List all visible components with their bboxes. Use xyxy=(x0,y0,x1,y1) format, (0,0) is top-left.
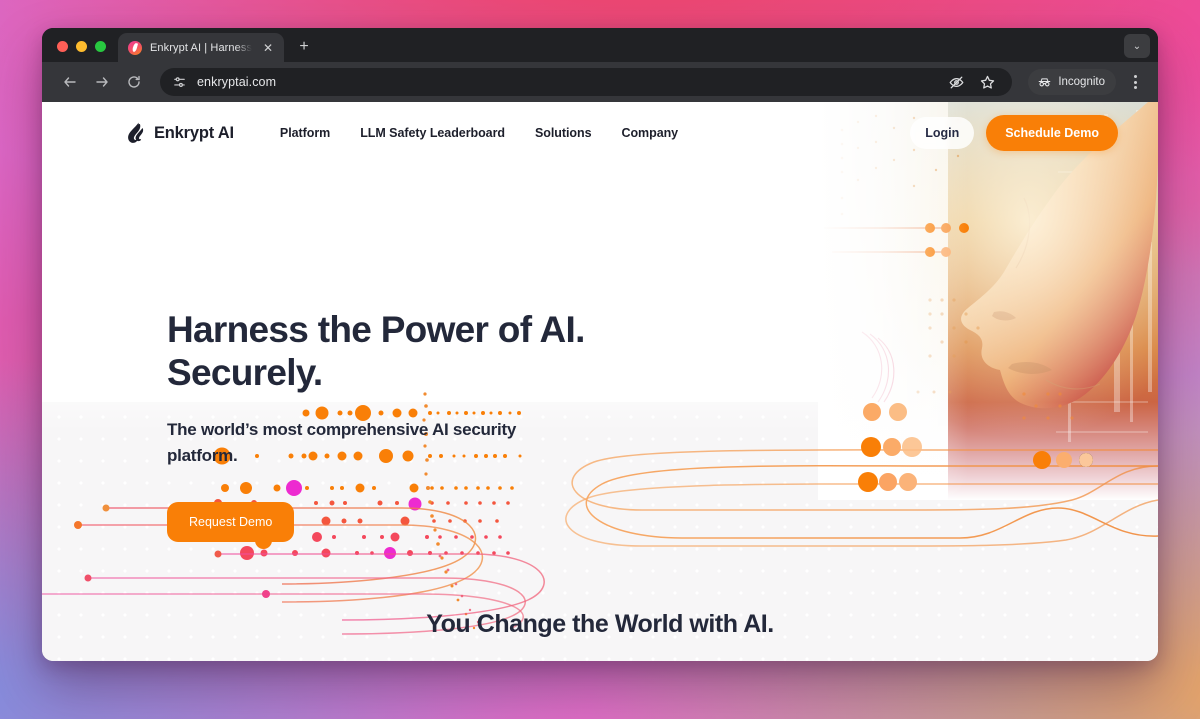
close-icon[interactable]: ✕ xyxy=(260,40,276,56)
brand-logo[interactable]: Enkrypt AI xyxy=(126,122,234,144)
incognito-indicator[interactable]: Incognito xyxy=(1028,69,1116,95)
maximize-window-button[interactable] xyxy=(95,41,106,52)
incognito-icon xyxy=(1038,77,1051,86)
reload-icon[interactable] xyxy=(120,68,148,96)
address-bar[interactable]: enkryptai.com xyxy=(160,68,1013,96)
flame-logo-icon xyxy=(126,122,145,144)
nav-link-platform[interactable]: Platform xyxy=(280,126,330,140)
minimize-window-button[interactable] xyxy=(76,41,87,52)
browser-tab-title: Enkrypt AI | Harness the Powe xyxy=(150,41,252,54)
nav-link-llm-safety-leaderboard[interactable]: LLM Safety Leaderboard xyxy=(360,126,505,140)
desktop-background: Enkrypt AI | Harness the Powe ✕ + ⌄ xyxy=(0,0,1200,719)
nav-links: Platform LLM Safety Leaderboard Solution… xyxy=(280,126,678,140)
hero-heading-line-1: Harness the Power of AI. xyxy=(167,309,585,350)
forward-icon[interactable] xyxy=(88,68,116,96)
browser-toolbar: enkryptai.com Incognito xyxy=(42,62,1158,102)
page-title: Harness the Power of AI. Securely. xyxy=(167,309,585,395)
address-bar-url: enkryptai.com xyxy=(197,75,277,89)
star-icon xyxy=(981,75,995,89)
nav-actions: Login Schedule Demo xyxy=(910,115,1118,151)
back-icon[interactable] xyxy=(56,68,84,96)
eye-slash-icon xyxy=(949,76,964,88)
chevron-down-icon[interactable]: ⌄ xyxy=(1124,34,1150,58)
page-viewport: Enkrypt AI Platform LLM Safety Leaderboa… xyxy=(42,102,1158,661)
nav-link-company[interactable]: Company xyxy=(621,126,678,140)
browser-window: Enkrypt AI | Harness the Powe ✕ + ⌄ xyxy=(42,28,1158,661)
address-bar-actions xyxy=(948,74,1000,91)
tune-icon xyxy=(174,76,185,87)
nav-link-solutions[interactable]: Solutions xyxy=(535,126,592,140)
hero-heading-line-2: Securely. xyxy=(167,351,323,393)
brand-name: Enkrypt AI xyxy=(154,123,234,142)
schedule-demo-button[interactable]: Schedule Demo xyxy=(986,115,1118,151)
enkrypt-favicon xyxy=(128,40,142,55)
bottom-headline-text: You Change the World with AI. xyxy=(426,610,774,638)
hero-section: Harness the Power of AI. Securely. The wo… xyxy=(167,309,585,550)
request-demo-button[interactable]: Request Demo xyxy=(167,502,295,550)
new-tab-button[interactable]: + xyxy=(290,33,318,61)
bottom-headline: You Change the World with AI. xyxy=(42,610,1158,639)
tabstrip-right-controls: ⌄ xyxy=(1124,34,1158,62)
browser-tab-strip: Enkrypt AI | Harness the Powe ✕ + ⌄ xyxy=(42,28,1158,62)
incognito-label: Incognito xyxy=(1058,76,1105,88)
window-traffic-lights xyxy=(54,41,118,62)
close-window-button[interactable] xyxy=(57,41,68,52)
kebab-menu-icon[interactable] xyxy=(1122,68,1148,96)
site-navbar: Enkrypt AI Platform LLM Safety Leaderboa… xyxy=(42,102,1158,164)
browser-tab[interactable]: Enkrypt AI | Harness the Powe ✕ xyxy=(118,33,284,62)
login-button[interactable]: Login xyxy=(910,117,975,149)
hero-subheading: The world’s most comprehensive AI securi… xyxy=(167,419,517,465)
